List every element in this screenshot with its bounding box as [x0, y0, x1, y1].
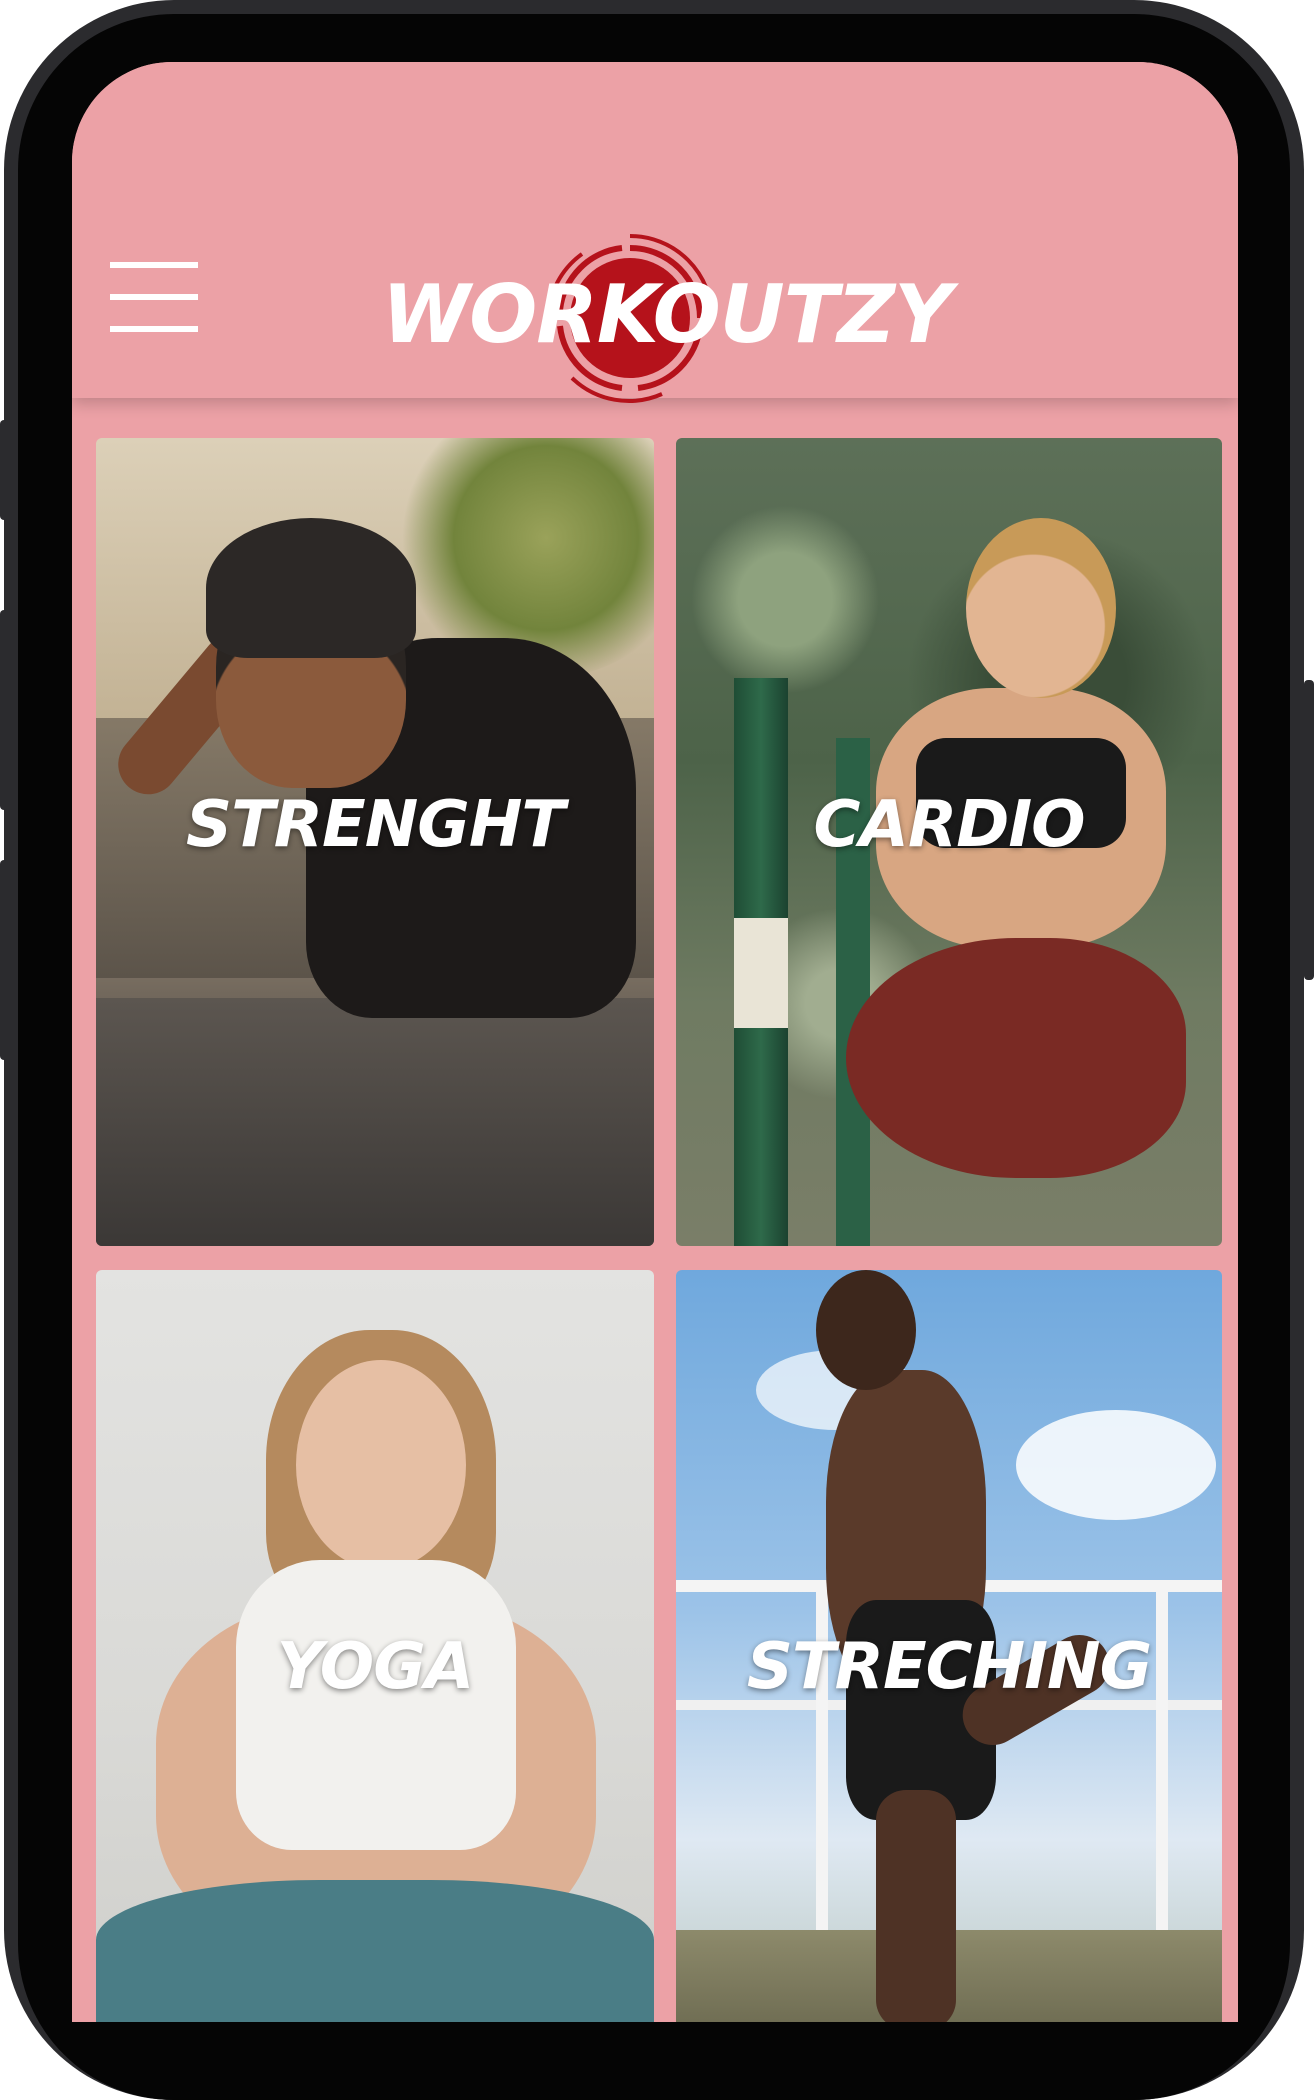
warning-label-shape: [734, 918, 788, 1028]
category-label: STRENGHT: [185, 788, 565, 862]
person-head-shape: [966, 518, 1116, 698]
leggings-shape: [846, 938, 1186, 1178]
person-head-shape: [296, 1360, 466, 1570]
yoga-pants-shape: [96, 1880, 654, 2022]
volume-down-button: [0, 610, 8, 810]
app-logo[interactable]: WORKOUTZY: [372, 230, 952, 403]
menu-line: [110, 326, 198, 332]
beanie-shape: [206, 518, 416, 658]
category-card-cardio[interactable]: CARDIO: [676, 438, 1222, 1246]
category-label: CARDIO: [813, 788, 1085, 862]
app-screen: WORKOUTZY STRENGHT CARDIO YOGA STRECHING: [72, 62, 1238, 2022]
category-label: YOGA: [276, 1630, 475, 1704]
silent-switch: [0, 860, 8, 1060]
floor-shape: [96, 998, 654, 1246]
menu-line: [110, 294, 198, 300]
person-leg-shape: [876, 1790, 956, 2022]
menu-button[interactable]: [110, 262, 198, 332]
app-header: WORKOUTZY: [72, 62, 1238, 403]
hamburger-menu-icon: [110, 262, 198, 268]
cloud-shape: [1016, 1410, 1216, 1520]
category-label: STRECHING: [746, 1630, 1152, 1704]
app-title: WORKOUTZY: [382, 268, 952, 361]
category-card-stretching[interactable]: STRECHING: [676, 1270, 1222, 2022]
category-card-yoga[interactable]: YOGA: [96, 1270, 654, 2022]
person-head-shape: [816, 1270, 916, 1390]
category-card-strength[interactable]: STRENGHT: [96, 438, 654, 1246]
power-button: [1304, 680, 1314, 980]
volume-up-button: [0, 420, 8, 520]
tank-top-shape: [236, 1560, 516, 1850]
